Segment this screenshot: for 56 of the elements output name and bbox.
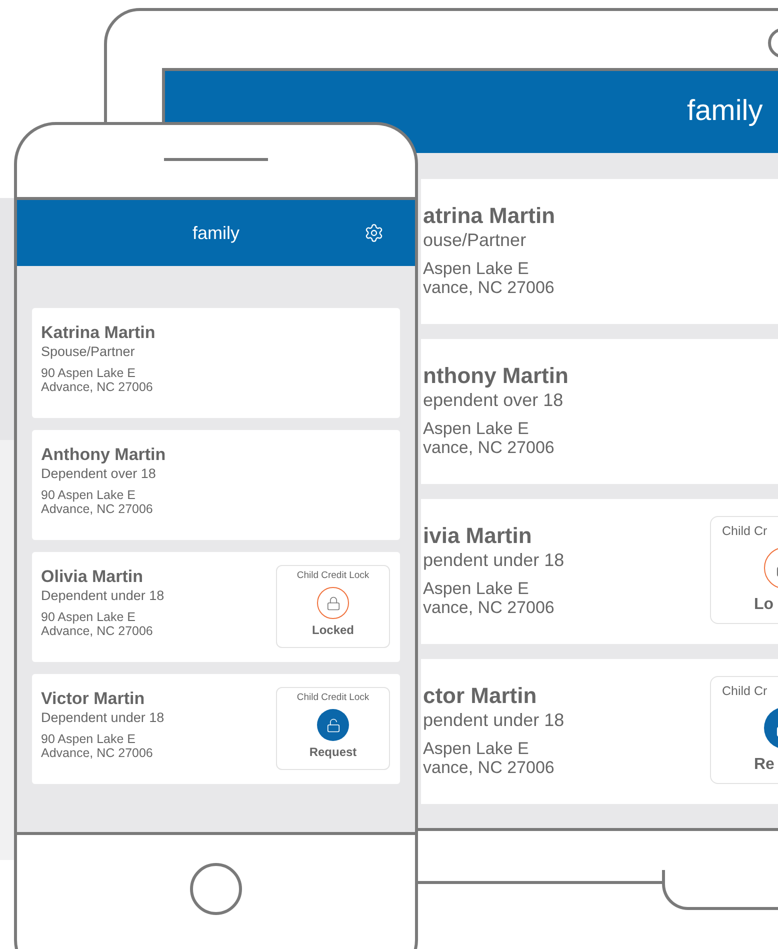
lock-label: Child Credit Lock [296,692,370,704]
credit-lock-panel[interactable]: Child Credit Lock Request [276,687,390,770]
address-line: 90 Aspen Lake E [41,610,137,624]
member-card[interactable]: nthony Martin ependent over 18 Aspen Lake E vance, NC 27006 [421,339,778,484]
lock-label: Child Cr [722,683,768,699]
address-line: Advance, NC 27006 [41,380,154,394]
address-line: 90 Aspen Lake E [41,366,137,380]
settings-icon[interactable] [364,223,384,243]
member-relation: pendent under 18 [423,709,566,731]
member-name: nthony Martin [423,363,570,389]
address-line: Aspen Lake E [423,419,530,438]
address-line: Advance, NC 27006 [41,746,154,760]
member-relation: pendent under 18 [423,549,566,571]
member-relation: Spouse/Partner [41,343,136,360]
member-name: ctor Martin [423,683,538,709]
lock-status: Locked [312,623,354,637]
member-card[interactable]: ctor Martin pendent under 18 Aspen Lake E vance, NC 27006 Child Cr Re [421,659,778,804]
address-line: Advance, NC 27006 [41,502,154,516]
address-line: Aspen Lake E [423,259,530,278]
lock-label: Child Credit Lock [296,570,370,582]
address-line: vance, NC 27006 [423,438,556,457]
lock-status: Request [309,745,357,759]
member-card[interactable]: Katrina Martin Spouse/Partner 90 Aspen Lake E Advance, NC 27006 [32,308,400,418]
address-line: Aspen Lake E [423,579,530,598]
member-card[interactable]: Olivia Martin Dependent under 18 90 Aspen Lake E Advance, NC 27006 Child Credit Lock Locked [32,552,400,662]
member-relation: Dependent over 18 [41,465,157,482]
member-name: Victor Martin [41,689,146,709]
member-name: ivia Martin [423,523,533,549]
home-button[interactable] [190,863,242,915]
credit-lock-panel[interactable]: Child Cr Re [710,676,778,784]
address-line: Advance, NC 27006 [41,624,154,638]
lock-label: Child Cr [722,523,768,539]
credit-lock-panel[interactable]: Child Credit Lock Locked [276,565,390,648]
member-relation: Dependent under 18 [41,709,164,726]
member-name: Olivia Martin [41,567,144,587]
address-line: vance, NC 27006 [423,598,556,617]
lock-status: Lo [754,595,774,615]
member-name: Anthony Martin [41,445,166,465]
address-line: 90 Aspen Lake E [41,488,137,502]
member-card[interactable]: ivia Martin pendent under 18 Aspen Lake E vance, NC 27006 Child Cr Lo [421,499,778,644]
lock-status: Re [754,755,774,775]
member-name: Katrina Martin [41,323,156,343]
header-title: family [192,222,240,245]
member-relation: ependent over 18 [423,389,564,411]
member-name: atrina Martin [423,203,556,229]
member-relation: ouse/Partner [423,229,528,251]
address-line: vance, NC 27006 [423,278,556,297]
credit-lock-panel[interactable]: Child Cr Lo [710,516,778,624]
member-card[interactable]: atrina Martin ouse/Partner Aspen Lake E vance, NC 27006 [421,179,778,324]
member-card[interactable]: Anthony Martin Dependent over 18 90 Aspen Lake E Advance, NC 27006 [32,430,400,540]
address-line: 90 Aspen Lake E [41,732,137,746]
address-line: vance, NC 27006 [423,758,556,777]
header-title: family [687,94,763,130]
address-line: Aspen Lake E [423,739,530,758]
member-card[interactable]: Victor Martin Dependent under 18 90 Aspen Lake E Advance, NC 27006 Child Credit Lock Request [32,674,400,784]
member-relation: Dependent under 18 [41,587,164,604]
